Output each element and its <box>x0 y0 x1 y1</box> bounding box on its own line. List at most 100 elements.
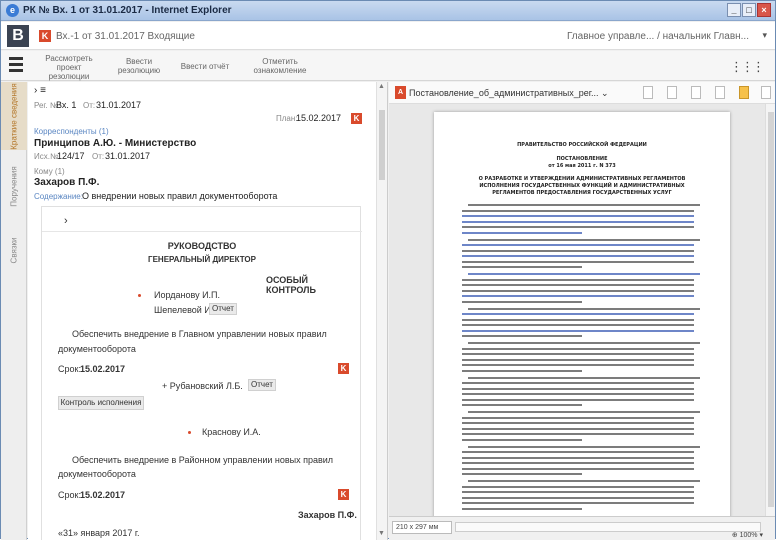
signer-name: Захаров П.Ф. <box>298 510 357 520</box>
enter-resolution-button[interactable]: Ввести резолюцию <box>113 57 165 75</box>
user-menu-chevron-icon[interactable]: ▾ <box>762 30 767 41</box>
executor-marker <box>188 431 191 434</box>
button-label-line: Рассмотреть <box>45 54 93 63</box>
edit-note-icon[interactable] <box>739 86 749 99</box>
task-2-text: Обеспечить внедрение в Районном управлен… <box>72 455 334 465</box>
text-line <box>462 387 694 390</box>
text-line <box>462 462 694 464</box>
scroll-thumb[interactable] <box>768 112 774 507</box>
executor-2: Краснову И.А. <box>202 427 261 437</box>
task-1-text: Обеспечить внедрение в Главном управлени… <box>72 329 327 339</box>
document-kind-badge: K <box>39 30 51 42</box>
horizontal-scrollbar[interactable] <box>455 522 761 532</box>
text-line <box>462 300 582 303</box>
text-line <box>462 353 694 355</box>
text-line <box>462 485 694 488</box>
correspondents-label[interactable]: Корреспонденты (1) <box>34 127 109 136</box>
card-expand-icon[interactable]: › <box>64 215 68 227</box>
tab-label: Краткие сведения <box>9 82 19 150</box>
term-1-date: 15.02.2017 <box>80 364 126 374</box>
control-badge: K <box>351 113 362 124</box>
button-label-line: резолюцию <box>117 66 161 75</box>
sign-date: «31» января 2017 г. <box>58 528 140 538</box>
enter-report-button[interactable]: Ввести отчёт <box>175 62 235 71</box>
page-gov-title: ПРАВИТЕЛЬСТВО РОССИЙСКОЙ ФЕДЕРАЦИИ <box>517 142 647 148</box>
text-line <box>468 273 700 275</box>
text-line <box>462 318 694 321</box>
text-line <box>462 278 694 281</box>
text-line <box>468 238 700 241</box>
report-button[interactable]: Отчет <box>209 303 237 315</box>
browser-window: e РК № Вх. 1 от 31.01.2017 - Internet Ex… <box>0 0 776 540</box>
app-logo[interactable]: B <box>7 25 29 47</box>
review-draft-resolution-button[interactable]: Рассмотреть проект резолюции <box>43 54 95 81</box>
text-line <box>462 433 694 435</box>
chevron-down-icon: ⌄ <box>600 88 609 98</box>
tab-label: Связки <box>9 237 19 263</box>
executor-marker <box>138 294 141 297</box>
document-title: Вх.-1 от 31.01.2017 Входящие <box>56 31 195 42</box>
page-size-field[interactable]: 210 x 297 мм <box>392 521 452 534</box>
copy-page-icon[interactable] <box>691 86 701 99</box>
apps-grid-icon[interactable]: ⋮⋮⋮ <box>730 59 765 75</box>
title-bar: e РК № Вх. 1 от 31.01.2017 - Internet Ex… <box>1 1 775 21</box>
user-name[interactable]: Главное управле... / начальник Главн... <box>567 31 749 42</box>
expand-nav-icon[interactable]: › ≡ <box>34 85 46 96</box>
text-line <box>462 467 694 470</box>
page-decree-title: ПОСТАНОВЛЕНИЕ <box>556 156 608 162</box>
file-name-select[interactable]: Постановление_об_административных_рег...… <box>409 88 609 99</box>
text-line <box>462 364 694 366</box>
recipient-name: Захаров П.Ф. <box>34 177 100 188</box>
plan-date: 15.02.2017 <box>296 113 342 123</box>
minimize-button[interactable]: _ <box>727 3 741 17</box>
pages-icon[interactable] <box>715 86 725 99</box>
outgoing-date-value: 31.01.2017 <box>105 151 151 161</box>
text-line <box>462 358 694 361</box>
viewer-toolbar: A Постановление_об_административных_рег.… <box>389 82 775 104</box>
text-line <box>462 427 694 430</box>
zoom-level: ⊕ 100% <box>731 532 758 539</box>
term-2-label: Срок: <box>58 490 81 500</box>
button-label-line: Ввести отчёт <box>180 62 230 71</box>
expand-icon[interactable] <box>667 86 677 99</box>
text-line <box>462 284 694 286</box>
pdf-file-icon: A <box>395 86 406 99</box>
mark-acquaintance-button[interactable]: Отметить ознакомление <box>247 57 313 75</box>
executor-1: Иорданову И.П. <box>154 290 221 300</box>
tab-links[interactable]: Связки <box>1 224 27 276</box>
close-button[interactable]: × <box>757 3 771 17</box>
text-line <box>462 231 582 234</box>
new-page-icon[interactable] <box>643 86 653 99</box>
page-heading-line-2: ИСПОЛНЕНИЯ ГОСУДАРСТВЕННЫХ ФУНКЦИЙ И АДМ… <box>479 183 685 189</box>
text-line <box>462 249 694 252</box>
hamburger-menu-icon[interactable] <box>9 57 23 73</box>
text-line <box>462 215 694 217</box>
control-execution-button[interactable]: Контроль исполнения <box>58 396 144 410</box>
print-icon[interactable] <box>761 86 771 99</box>
text-line <box>462 507 582 510</box>
left-scrollbar[interactable]: ▲ ▼ <box>376 82 387 540</box>
content-label: Содержание: <box>34 192 83 201</box>
control-badge: K <box>338 489 349 500</box>
text-line <box>462 226 694 228</box>
text-line <box>462 393 694 395</box>
text-line <box>468 411 700 413</box>
tab-summary[interactable]: Краткие сведения <box>1 82 27 150</box>
zoom-control[interactable]: ⊕ 100% ▾ <box>732 531 763 539</box>
scroll-thumb[interactable] <box>379 110 385 180</box>
side-tabs: Краткие сведения Поручения Связки <box>1 82 27 540</box>
maximize-button[interactable]: □ <box>742 3 756 17</box>
page-heading-line-1: О РАЗРАБОТКЕ И УТВЕРЖДЕНИИ АДМИНИСТРАТИВ… <box>478 176 686 182</box>
viewer-scrollbar[interactable] <box>765 104 775 516</box>
button-label-line: резолюции <box>48 72 90 81</box>
tab-assignments[interactable]: Поручения <box>1 154 27 218</box>
text-line <box>462 496 694 499</box>
reg-date-value: 31.01.2017 <box>96 100 142 110</box>
text-line <box>462 456 694 459</box>
page-decree-date: от 16 мая 2011 г. N 373 <box>548 163 616 169</box>
co-executor-report-button[interactable]: Отчет <box>248 379 276 391</box>
ie-icon: e <box>6 4 19 17</box>
text-line <box>468 445 700 448</box>
button-label-line: Ввести <box>125 57 153 66</box>
text-line <box>462 329 694 332</box>
